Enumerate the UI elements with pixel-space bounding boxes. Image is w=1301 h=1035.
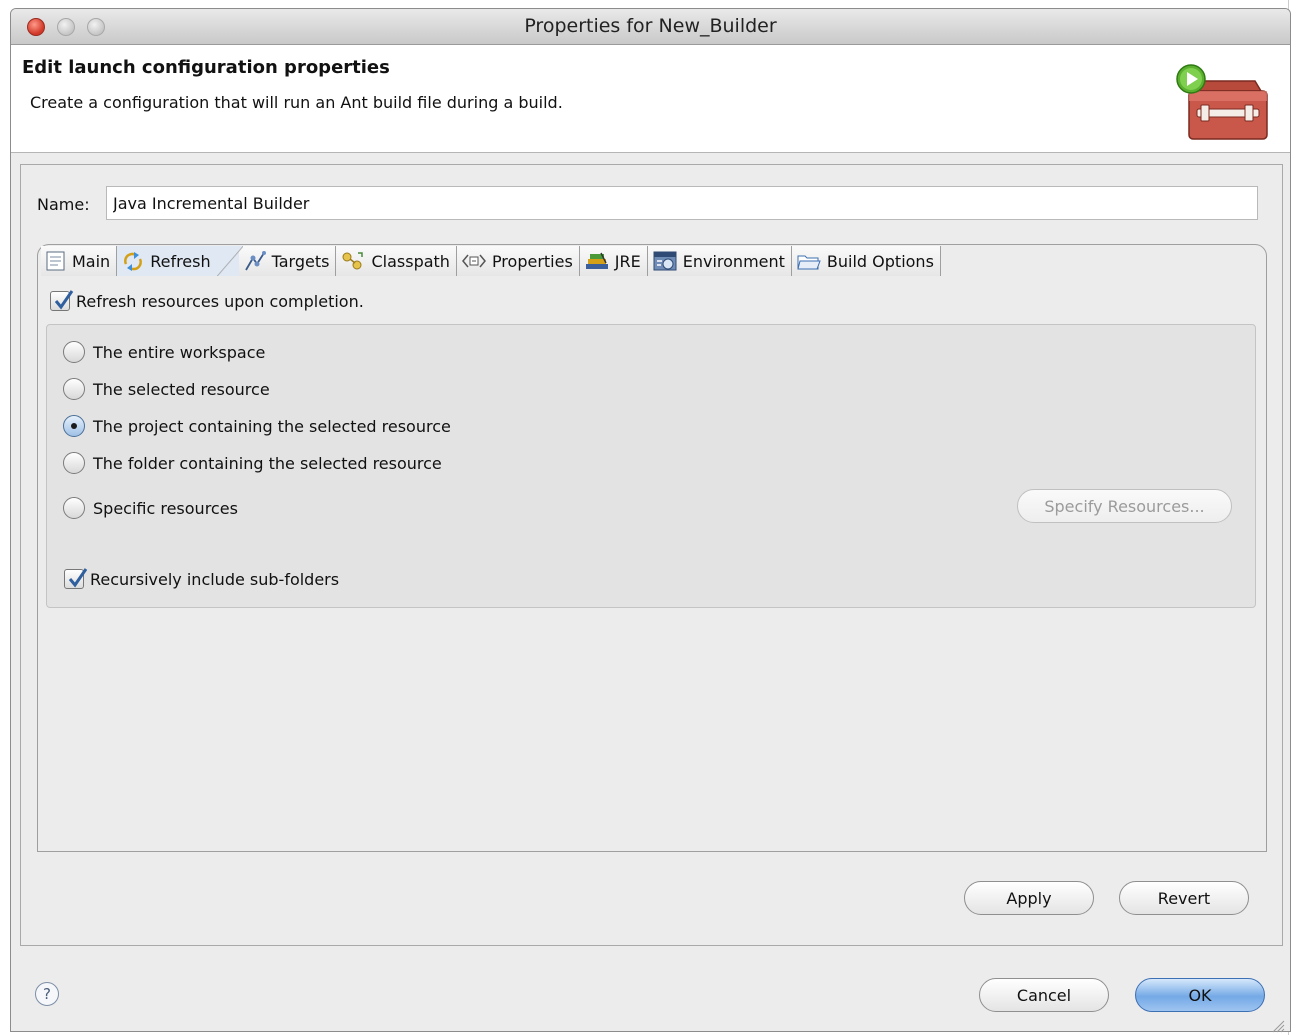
radio-selected-resource[interactable]: The selected resource <box>63 378 270 400</box>
radio-entire-workspace[interactable]: The entire workspace <box>63 341 265 363</box>
jre-icon <box>585 252 608 269</box>
radio-label: The folder containing the selected resou… <box>93 453 442 473</box>
checkmark-icon <box>54 290 74 310</box>
classpath-icon <box>342 252 364 270</box>
tab-bar: Main Refresh Targets Classpath Propertie… <box>41 246 941 276</box>
tab-classpath[interactable]: Classpath <box>336 246 457 276</box>
name-label: Name: <box>37 195 90 214</box>
refresh-resources-checkbox[interactable] <box>50 290 74 311</box>
ok-button[interactable]: OK <box>1135 978 1265 1012</box>
recursive-subfolders-checkbox[interactable] <box>64 568 88 589</box>
name-input[interactable] <box>106 186 1258 220</box>
radio-button-selected[interactable] <box>63 415 85 437</box>
targets-icon <box>244 251 266 271</box>
dialog-header: Edit launch configuration properties Cre… <box>11 45 1290 153</box>
tab-jre[interactable]: JRE <box>579 246 648 276</box>
tab-build-options[interactable]: Build Options <box>791 246 941 276</box>
specify-resources-button[interactable]: Specify Resources... <box>1017 489 1232 523</box>
radio-folder-containing[interactable]: The folder containing the selected resou… <box>63 452 442 474</box>
cancel-button[interactable]: Cancel <box>979 978 1109 1012</box>
tab-targets[interactable]: Targets <box>238 246 337 276</box>
radio-button[interactable] <box>63 341 85 363</box>
radio-button[interactable] <box>63 452 85 474</box>
radio-label: The project containing the selected reso… <box>93 416 451 436</box>
tab-targets-label: Targets <box>271 251 330 271</box>
window-title: Properties for New_Builder <box>524 15 777 37</box>
environment-icon <box>653 251 677 271</box>
refresh-resources-row[interactable]: Refresh resources upon completion. <box>50 290 364 311</box>
tab-main-label: Main <box>72 251 111 271</box>
tab-environment-label: Environment <box>682 251 785 271</box>
resize-grip-icon[interactable] <box>1269 1017 1285 1033</box>
tab-classpath-label: Classpath <box>371 251 450 271</box>
folder-icon <box>797 255 821 270</box>
radio-label: Specific resources <box>93 498 238 518</box>
radio-button[interactable] <box>63 497 85 519</box>
refresh-resources-label: Refresh resources upon completion. <box>76 291 364 311</box>
tab-properties-label: Properties <box>491 251 573 271</box>
refresh-icon <box>124 252 143 271</box>
apply-button[interactable]: Apply <box>964 881 1094 915</box>
radio-button[interactable] <box>63 378 85 400</box>
tab-environment[interactable]: Environment <box>647 246 792 276</box>
recursive-subfolders-label: Recursively include sub-folders <box>90 569 340 589</box>
tab-refresh-label: Refresh <box>150 251 211 271</box>
radio-label: The selected resource <box>93 379 270 399</box>
tab-main[interactable]: Main <box>41 246 118 276</box>
revert-button[interactable]: Revert <box>1119 881 1249 915</box>
recursive-subfolders-row[interactable]: Recursively include sub-folders <box>64 568 340 589</box>
header-title: Edit launch configuration properties <box>22 57 390 78</box>
header-description: Create a configuration that will run an … <box>30 93 563 112</box>
help-icon[interactable]: ? <box>35 982 59 1006</box>
properties-icon <box>461 254 486 268</box>
checkmark-icon <box>68 568 88 588</box>
tab-properties[interactable]: Properties <box>456 246 580 276</box>
title-bar[interactable]: Properties for New_Builder <box>11 9 1290 45</box>
document-icon <box>46 251 65 271</box>
ant-toolbox-icon <box>1176 64 1268 140</box>
tab-jre-label: JRE <box>614 251 641 271</box>
radio-label: The entire workspace <box>93 342 266 362</box>
radio-specific-resources[interactable]: Specific resources <box>63 497 238 519</box>
tab-build-options-label: Build Options <box>826 251 934 271</box>
tab-refresh[interactable]: Refresh <box>117 246 244 276</box>
radio-project-containing[interactable]: The project containing the selected reso… <box>63 415 451 437</box>
